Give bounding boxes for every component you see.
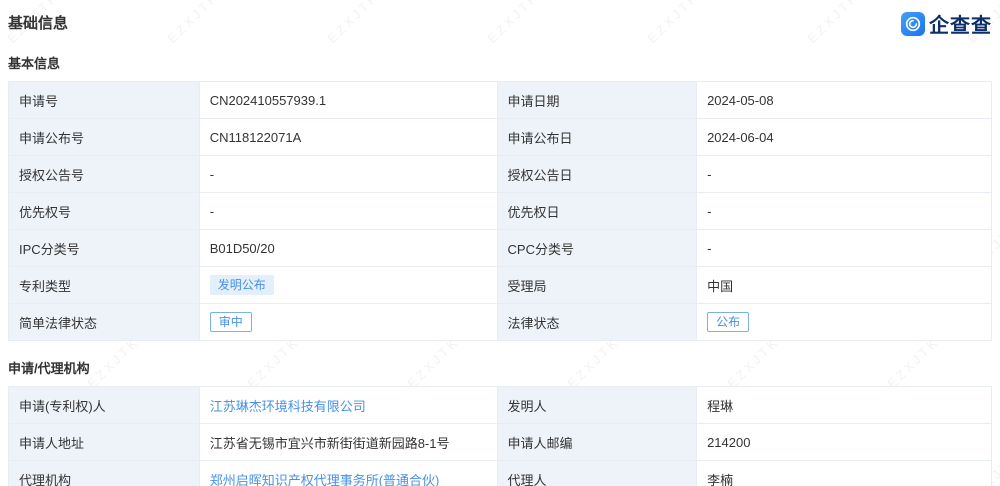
field-label: 专利类型 <box>8 266 200 304</box>
field-value: 江苏琳杰环境科技有限公司 <box>198 386 498 424</box>
table-row: IPC分类号 B01D50/20 CPC分类号 - <box>8 229 992 267</box>
entity-link[interactable]: 郑州启晖知识产权代理事务所(普通合伙) <box>210 473 440 486</box>
field-value: 李楠 <box>696 460 992 486</box>
table-row: 代理机构 郑州启晖知识产权代理事务所(普通合伙) 代理人 李楠 <box>8 460 992 486</box>
page-header: 基础信息 企查查 <box>8 8 992 38</box>
field-value: 2024-05-08 <box>696 81 992 119</box>
field-value: B01D50/20 <box>198 229 498 267</box>
field-label: 申请人地址 <box>8 423 200 461</box>
field-value: 中国 <box>696 266 992 304</box>
basic-info-table-container: 申请号 CN202410557939.1 申请日期 2024-05-08 申请公布号 CN… <box>8 81 992 341</box>
patent-basic-info-page: EZXJTK EZXJTK EZXJTK EZXJTK EZXJTK EZXJTK EZXJ… <box>0 0 1000 486</box>
field-label: 代理人 <box>496 460 698 486</box>
field-value: 程琳 <box>696 386 992 424</box>
qichacha-logo[interactable]: 企查查 <box>901 9 992 38</box>
field-label: 授权公告日 <box>496 155 698 193</box>
table-row: 授权公告号 - 授权公告日 - <box>8 155 992 193</box>
field-label: 代理机构 <box>8 460 200 486</box>
status-badge: 公布 <box>707 312 750 332</box>
field-label: 优先权日 <box>496 192 698 230</box>
section-title-agency: 申请/代理机构 <box>8 361 90 376</box>
info-table: 申请(专利权)人 江苏琳杰环境科技有限公司 发明人 程琳 申请人地址 江苏省无锡市宜兴市新… <box>8 386 992 486</box>
table-row: 专利类型 发明公布 受理局 中国 <box>8 266 992 304</box>
field-label: 发明人 <box>496 386 698 424</box>
field-label: 优先权号 <box>8 192 200 230</box>
table-row: 简单法律状态 审中 法律状态 公布 <box>8 303 992 341</box>
field-value: 公布 <box>696 303 992 341</box>
field-label: 申请公布号 <box>8 118 200 156</box>
field-value: 2024-06-04 <box>696 118 992 156</box>
field-label: IPC分类号 <box>8 229 200 267</box>
field-value: CN202410557939.1 <box>198 81 498 119</box>
field-value: - <box>198 192 498 230</box>
field-label: 申请人邮编 <box>496 423 698 461</box>
qichacha-logo-text: 企查查 <box>929 15 992 37</box>
field-value: - <box>696 229 992 267</box>
table-row: 申请(专利权)人 江苏琳杰环境科技有限公司 发明人 程琳 <box>8 386 992 424</box>
field-value: 审中 <box>198 303 498 341</box>
table-row: 申请公布号 CN118122071A 申请公布日 2024-06-04 <box>8 118 992 156</box>
field-label: CPC分类号 <box>496 229 698 267</box>
section-title-basic: 基本信息 <box>8 56 61 71</box>
field-label: 法律状态 <box>496 303 698 341</box>
page-title: 基础信息 <box>8 15 69 32</box>
field-label: 受理局 <box>496 266 698 304</box>
field-value: 郑州启晖知识产权代理事务所(普通合伙) <box>198 460 498 486</box>
field-value: CN118122071A <box>198 118 498 156</box>
info-table: 申请号 CN202410557939.1 申请日期 2024-05-08 申请公布号 CN… <box>8 81 992 341</box>
table-row: 优先权号 - 优先权日 - <box>8 192 992 230</box>
table-row: 申请人地址 江苏省无锡市宜兴市新街街道新园路8-1号 申请人邮编 214200 <box>8 423 992 461</box>
field-value: 214200 <box>696 423 992 461</box>
field-value: 发明公布 <box>198 266 498 304</box>
field-value: - <box>696 155 992 193</box>
field-value: 江苏省无锡市宜兴市新街街道新园路8-1号 <box>198 423 498 461</box>
field-label: 申请号 <box>8 81 200 119</box>
field-label: 简单法律状态 <box>8 303 200 341</box>
agency-info-table-container: 申请(专利权)人 江苏琳杰环境科技有限公司 发明人 程琳 申请人地址 江苏省无锡市宜兴市新… <box>8 386 992 486</box>
field-value: - <box>696 192 992 230</box>
status-badge: 发明公布 <box>209 275 274 295</box>
field-label: 申请公布日 <box>496 118 698 156</box>
field-label: 申请(专利权)人 <box>8 386 200 424</box>
field-value: - <box>198 155 498 193</box>
field-label: 申请日期 <box>496 81 698 119</box>
table-row: 申请号 CN202410557939.1 申请日期 2024-05-08 <box>8 81 992 119</box>
status-badge: 审中 <box>209 312 252 332</box>
entity-link[interactable]: 江苏琳杰环境科技有限公司 <box>210 399 366 414</box>
field-label: 授权公告号 <box>8 155 200 193</box>
qichacha-magnifier-icon <box>901 11 925 36</box>
